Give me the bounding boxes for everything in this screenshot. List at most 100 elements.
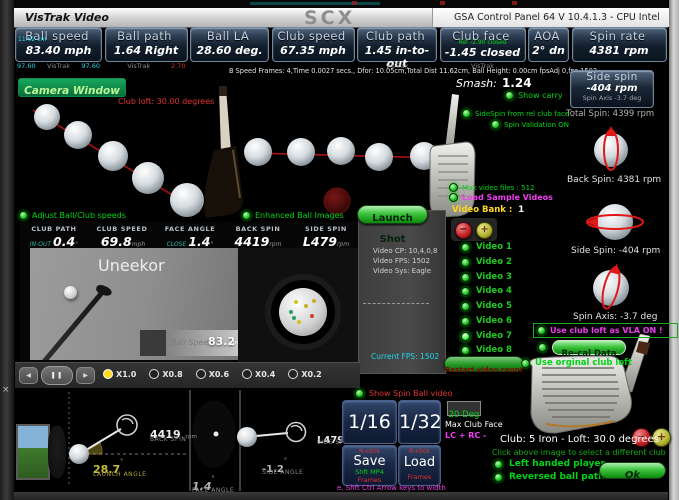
lc-rc-label: LC + RC -	[445, 431, 486, 440]
sim-thumbnail	[16, 424, 50, 480]
impact-launch-label: LAUNCH ANGLE	[93, 471, 146, 478]
back-spin-readout: Back Spin: 4381 rpm	[567, 175, 661, 185]
video-item-3[interactable]: Video 3	[461, 272, 512, 282]
speed-x0.8-radio[interactable]: X0.8	[149, 369, 182, 379]
launch-shot-button[interactable]: Launch Shot	[357, 205, 428, 224]
uneekor-watermark: Uneekor	[98, 256, 165, 275]
launch-trajectory-trace	[33, 104, 204, 217]
pause-button[interactable]: ❚❚	[41, 366, 73, 385]
speed-x1.0-radio[interactable]: X1.0	[103, 369, 136, 379]
video-sys-text: Video Sys: Eagle	[373, 267, 431, 275]
camera-window-button[interactable]: Camera Window	[18, 78, 126, 97]
enhanced-images-toggle[interactable]: Enhanced Ball Images	[242, 211, 344, 220]
uneekor-camera-view: Uneekor Ball Speed 83.2 mph	[30, 248, 238, 360]
club-loft-text: Club loft: 30.00 degrees	[118, 97, 214, 106]
divider	[363, 303, 429, 304]
metric-tiles-row: Ball speed 11.62 cm 83.40 mph 97.60VisTr…	[15, 27, 667, 69]
tile-club-face: Club face Ref -2.90 closed -1.45 closed …	[440, 27, 526, 69]
uneekor-stats-header: CLUB PATH IN-OUT0.4° CLUB SPEED 69.8mph …	[20, 222, 360, 248]
bottom-window-strip	[14, 492, 668, 500]
vistrak-app-window: × VisTrak Video SCX GSA Control Panel 64…	[0, 0, 679, 500]
camera-club-shaft	[38, 290, 105, 360]
restart-video-count-button[interactable]: Restart video count	[444, 356, 524, 372]
recal-data-row: Re-cal Data	[538, 340, 626, 355]
camera-ball	[64, 286, 77, 299]
scx-logo: SCX	[304, 7, 355, 29]
back-spin-ball	[594, 126, 628, 170]
sidespin-from-face-toggle[interactable]: SideSpin from rel club face	[462, 109, 569, 118]
step-forward-button[interactable]: ▶	[76, 367, 95, 384]
tile-ball-la: Ball LA 28.60 deg.	[190, 27, 269, 69]
tile-club-speed: Club speed 67.35 mph	[272, 27, 355, 69]
video-cp-text: Video CP: 10,4,0,8	[373, 247, 437, 255]
video-item-8[interactable]: Video 8	[461, 345, 512, 355]
total-spin-text: Total Spin: 4399 rpm	[566, 109, 654, 119]
show-carry-led	[505, 91, 514, 100]
load-button[interactable]: R-click Load Frames	[398, 445, 441, 486]
club-select-hint[interactable]: Click above image to select a different …	[492, 448, 666, 457]
video-bank-stepper: − +	[451, 218, 497, 241]
ball-closeup-view	[238, 248, 360, 368]
background-close-icon: ×	[2, 385, 10, 395]
side-spin-ball	[586, 204, 643, 240]
use-club-loft-vla-toggle[interactable]: Use club loft as VLA ON !	[533, 323, 678, 338]
video-item-6[interactable]: Video 6	[461, 316, 512, 326]
side-spin-readout: Side Spin: -404 rpm	[571, 246, 660, 256]
tile-spin-rate: Spin rate 4381 rpm	[572, 27, 667, 69]
video-item-4[interactable]: Video 4	[461, 286, 512, 296]
left-window-strip	[0, 0, 15, 500]
adjust-speeds-toggle[interactable]: Adjust Ball/Club speeds	[19, 211, 126, 220]
speed-x0.4-radio[interactable]: X0.4	[242, 369, 275, 379]
playback-bar: ◀ ❚❚ ▶ X1.0 X0.8 X0.6 X0.4 X0.2	[15, 362, 360, 388]
club-info-text: Club: 5 Iron - Loft: 30.0 degrees	[500, 434, 659, 445]
titlebar: VisTrak Video SCX GSA Control Panel 64 V…	[14, 8, 668, 28]
use-original-loft-toggle[interactable]: Use orginal club loft	[521, 358, 632, 368]
resize-hint-text: e, Shft Ctrl Arrow keys to width	[337, 484, 446, 492]
smash-readout: Smash: 1.24	[456, 72, 532, 91]
load-sample-videos-button[interactable]: Load Sample Videos	[449, 193, 553, 202]
impact-face-label: FACE ANGLE	[192, 487, 234, 494]
window-title: VisTrak Video	[25, 11, 109, 24]
roll-trajectory-trace	[244, 137, 442, 171]
golfer-silhouette	[48, 426, 66, 478]
video-item-1[interactable]: Video 1	[461, 242, 512, 252]
recal-data-button[interactable]: Re-cal Data	[552, 340, 626, 355]
save-button[interactable]: R-click Save Shft MP4 Frames	[342, 445, 397, 486]
right-window-strip	[668, 0, 679, 500]
speed-radio-group: X1.0 X0.8 X0.6 X0.4 X0.2	[103, 369, 322, 379]
tile-side-spin: Side spin -404 rpm Spin Axis -3.7 deg	[570, 70, 654, 108]
impact-sideangle-label: SIDE ANGLE	[262, 469, 303, 476]
speed-x0.2-radio[interactable]: X0.2	[288, 369, 321, 379]
video-item-5[interactable]: Video 5	[461, 301, 512, 311]
show-carry-toggle[interactable]: Show carry	[505, 91, 563, 100]
spin-axis-readout: Spin Axis: -3.7 deg	[573, 312, 657, 322]
video-bank-label: Video Bank : 1	[452, 205, 524, 215]
max-video-files-toggle[interactable]: Max video files : 512	[449, 183, 535, 192]
current-fps-text: Current FPS: 1502	[371, 352, 439, 361]
tile-ball-speed: Ball speed 11.62 cm 83.40 mph 97.60VisTr…	[15, 27, 102, 69]
video-item-7[interactable]: Video 7	[461, 331, 512, 341]
deg20-badge[interactable]: 20 Deg	[447, 401, 481, 416]
show-spin-ball-toggle[interactable]: Show Spin Ball video	[355, 389, 452, 398]
closeup-ball	[279, 288, 327, 336]
video-fps-text: Video FPS: 1502	[373, 257, 430, 265]
tile-club-path: Club path 1.45 in-to-out VisTrak	[357, 27, 437, 69]
frame-1-16-button[interactable]: 1/16	[342, 400, 397, 444]
impact-backspin-label: BACK SPIN	[150, 436, 186, 443]
video-bank-plus-button[interactable]: +	[476, 222, 493, 239]
uneekor-panel: CLUB PATH IN-OUT0.4° CLUB SPEED 69.8mph …	[20, 222, 360, 368]
titlebar-info: GSA Control Panel 64 V 10.4.1.3 - CPU In…	[454, 12, 660, 23]
speed-x0.6-radio[interactable]: X0.6	[196, 369, 229, 379]
max-club-face-label: Max Club Face	[445, 420, 503, 429]
frames-info-text: B Speed Frames: 4,Time 0.0027 secs., Dfo…	[229, 67, 597, 75]
ok-button[interactable]: Ok	[599, 462, 666, 479]
camera-ballspeed-bar: Ball Speed 83.2 mph	[140, 330, 238, 356]
spin-axis-ball	[593, 262, 629, 310]
frame-1-32-button[interactable]: 1/32	[398, 400, 441, 444]
left-handed-toggle[interactable]: Left handed player	[494, 459, 605, 469]
spin-validation-toggle[interactable]: Spin Validation ON	[491, 120, 569, 129]
video-bank-minus-button[interactable]: −	[455, 222, 472, 239]
step-back-button[interactable]: ◀	[19, 367, 38, 384]
video-item-2[interactable]: Video 2	[461, 257, 512, 267]
tile-aoa: AOA 2° dn	[528, 27, 569, 69]
